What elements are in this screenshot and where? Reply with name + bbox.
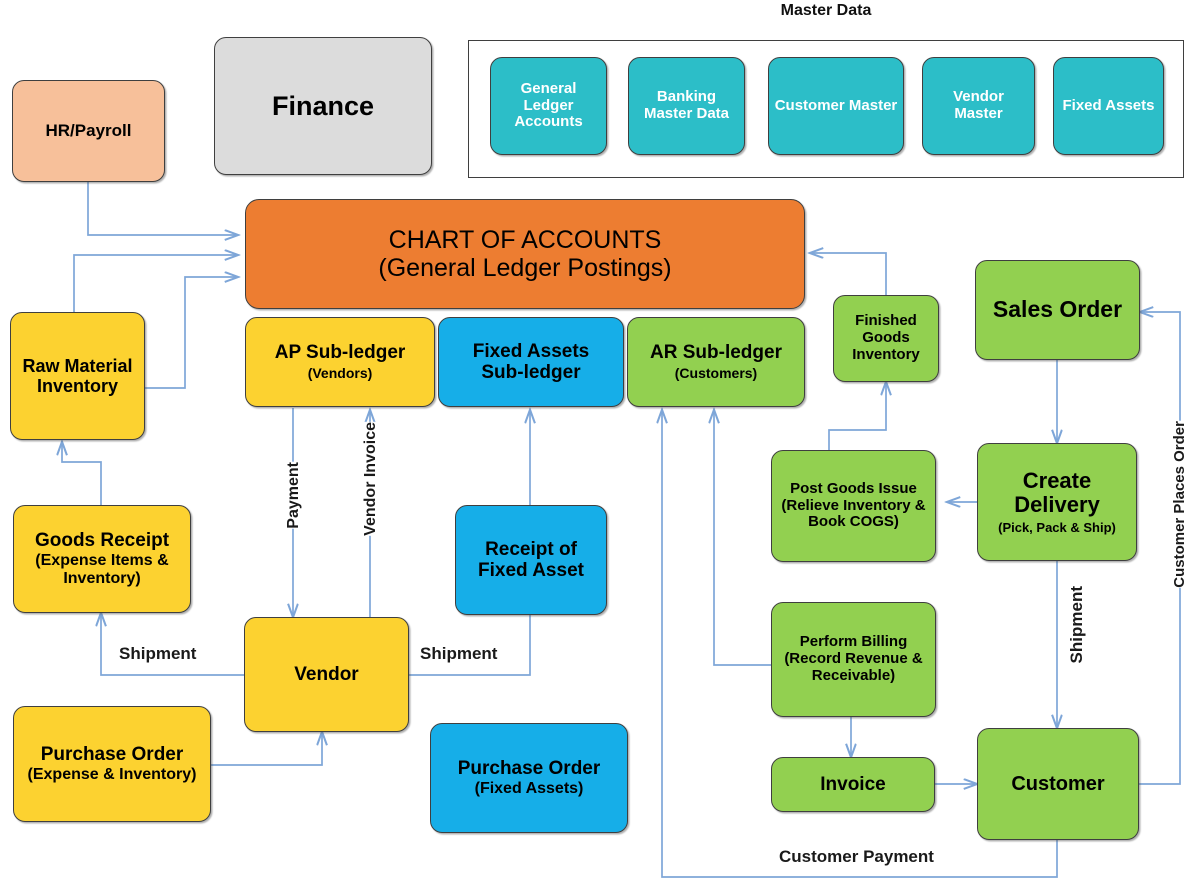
master-data-title: Master Data <box>780 2 872 19</box>
node-raw-material-inventory[interactable]: Raw Material Inventory <box>10 312 145 440</box>
node-label: Vendor <box>294 663 359 685</box>
master-data-label: Vendor Master <box>953 88 1004 122</box>
node-label: Sales Order <box>992 296 1123 323</box>
node-receipt-of-fixed-asset[interactable]: Receipt of Fixed Asset <box>455 505 607 615</box>
node-sublabel: Sub-ledger <box>481 362 581 383</box>
node-sublabel: (Fixed Assets) <box>474 780 584 798</box>
node-label: Purchase Order <box>457 757 601 779</box>
node-label: HR/Payroll <box>45 121 132 141</box>
node-sublabel: (Expense & Inventory) <box>27 766 197 784</box>
node-label: AR Sub-ledger <box>650 342 782 364</box>
node-label: Fixed Assets <box>472 340 590 362</box>
node-chart-of-accounts[interactable]: CHART OF ACCOUNTS (General Ledger Postin… <box>245 199 805 309</box>
node-label: Perform Billing (Record Revenue & Receiv… <box>784 633 923 684</box>
node-invoice[interactable]: Invoice <box>771 757 935 812</box>
node-ap-subledger[interactable]: AP Sub-ledger (Vendors) <box>245 317 435 407</box>
edge-label-shipment-left: Shipment <box>117 644 199 663</box>
node-label: Finance <box>271 90 375 121</box>
master-data-label: General Ledger Accounts <box>514 79 583 131</box>
master-data-box-fixed-assets[interactable]: Fixed Assets <box>1053 57 1164 155</box>
node-finished-goods-inventory[interactable]: Finished Goods Inventory <box>833 295 939 382</box>
flow-diagram-canvas: Master Data General Ledger Accounts Bank… <box>0 0 1200 886</box>
node-create-delivery[interactable]: Create Delivery (Pick, Pack & Ship) <box>977 443 1137 561</box>
node-label: Customer <box>1011 772 1105 795</box>
node-label: Finished Goods Inventory <box>852 312 920 363</box>
node-customer[interactable]: Customer <box>977 728 1139 840</box>
edge-label-shipment-mid: Shipment <box>418 644 500 663</box>
node-label: Invoice <box>820 773 886 795</box>
edge-label-customer-payment: Customer Payment <box>777 847 936 866</box>
node-hr-payroll[interactable]: HR/Payroll <box>12 80 165 182</box>
master-data-box-vendor-master[interactable]: Vendor Master <box>922 57 1035 155</box>
edge-label-shipment-right: Shipment <box>1066 586 1087 664</box>
edge-label-customer-places-order: Customer Places Order <box>1170 421 1189 588</box>
node-sublabel: (Customers) <box>674 365 758 382</box>
chart-of-accounts-title: CHART OF ACCOUNTS <box>388 226 662 254</box>
master-data-box-general-ledger-accounts[interactable]: General Ledger Accounts <box>490 57 607 155</box>
node-purchase-order-expense[interactable]: Purchase Order (Expense & Inventory) <box>13 706 211 822</box>
node-label: Goods Receipt <box>34 529 170 551</box>
node-finance[interactable]: Finance <box>214 37 432 175</box>
node-label: Receipt of Fixed Asset <box>478 538 584 581</box>
master-data-label: Customer Master <box>774 96 898 114</box>
edge-label-vendor-invoice: Vendor Invoice <box>361 422 381 536</box>
node-label: Create Delivery <box>1014 467 1100 518</box>
edge-label-payment: Payment <box>284 462 304 529</box>
node-post-goods-issue[interactable]: Post Goods Issue (Relieve Inventory & Bo… <box>771 450 936 562</box>
master-data-label: Banking Master Data <box>643 88 730 122</box>
master-data-box-customer-master[interactable]: Customer Master <box>768 57 904 155</box>
node-goods-receipt[interactable]: Goods Receipt (Expense Items & Inventory… <box>13 505 191 613</box>
master-data-box-banking-master-data[interactable]: Banking Master Data <box>628 57 745 155</box>
master-data-label: Fixed Assets <box>1062 96 1155 114</box>
node-sublabel: (Expense Items & Inventory) <box>35 552 169 588</box>
node-vendor[interactable]: Vendor <box>244 617 409 732</box>
node-ar-subledger[interactable]: AR Sub-ledger (Customers) <box>627 317 805 407</box>
node-label: Raw Material Inventory <box>22 355 133 396</box>
node-label: AP Sub-ledger <box>274 342 406 364</box>
node-label: Post Goods Issue (Relieve Inventory & Bo… <box>781 479 926 531</box>
node-label: Purchase Order <box>40 743 184 765</box>
node-fixed-assets-subledger[interactable]: Fixed Assets Sub-ledger <box>438 317 624 407</box>
chart-of-accounts-subtitle: (General Ledger Postings) <box>378 254 672 282</box>
node-sublabel: (Pick, Pack & Ship) <box>998 519 1116 535</box>
node-purchase-order-fixed-assets[interactable]: Purchase Order (Fixed Assets) <box>430 723 628 833</box>
node-perform-billing[interactable]: Perform Billing (Record Revenue & Receiv… <box>771 602 936 717</box>
node-sales-order[interactable]: Sales Order <box>975 260 1140 360</box>
node-sublabel: (Vendors) <box>307 365 373 382</box>
